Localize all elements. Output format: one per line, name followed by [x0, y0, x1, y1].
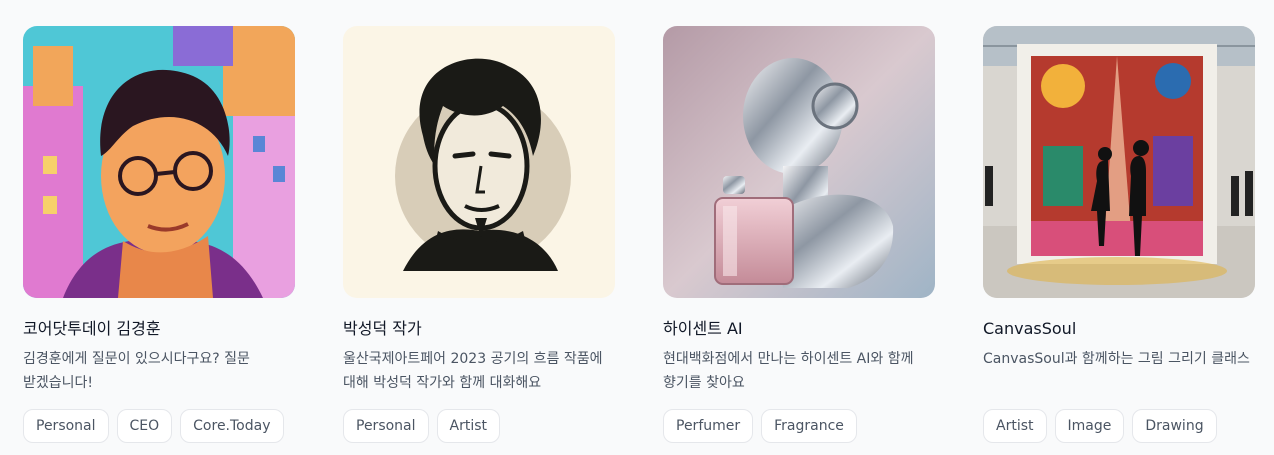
agent-title[interactable]: CanvasSoul	[983, 318, 1255, 340]
agent-card[interactable]: 박성덕 작가 울산국제아트페어 2023 공기의 흐름 작품에 대해 박성덕 작…	[343, 26, 615, 443]
agent-avatar-image[interactable]	[343, 26, 615, 298]
avatar-ink-portrait-icon	[343, 26, 615, 298]
tag-list: Personal CEO Core.Today	[23, 409, 295, 443]
agent-avatar-image[interactable]	[983, 26, 1255, 298]
tag-chip[interactable]: Image	[1054, 409, 1125, 443]
tag-chip[interactable]: Drawing	[1132, 409, 1217, 443]
agent-description: 현대백화점에서 만나는 하이센트 AI와 함께 향기를 찾아요	[663, 351, 914, 391]
gallery-painting-illustration-icon	[983, 26, 1255, 298]
tag-chip[interactable]: Artist	[983, 409, 1047, 443]
tag-chip[interactable]: Artist	[436, 409, 501, 443]
tag-chip[interactable]: Perfumer	[663, 409, 754, 443]
agent-card[interactable]: 코어닷투데이 김경훈 김경훈에게 질문이 있으시다구요? 질문 받겠습니다! P…	[23, 26, 295, 443]
agent-card-grid: 코어닷투데이 김경훈 김경훈에게 질문이 있으시다구요? 질문 받겠습니다! P…	[0, 0, 1274, 455]
agent-avatar-image[interactable]	[23, 26, 295, 298]
tag-chip[interactable]: Personal	[23, 409, 109, 443]
agent-description: 김경훈에게 질문이 있으시다구요? 질문 받겠습니다!	[23, 351, 250, 391]
tag-list: Perfumer Fragrance	[663, 409, 935, 443]
tag-list: Personal Artist	[343, 409, 615, 443]
tag-chip[interactable]: Fragrance	[761, 409, 857, 443]
agent-description: CanvasSoul과 함께하는 그림 그리기 클래스	[983, 351, 1250, 367]
tag-list: Artist Image Drawing	[983, 409, 1255, 443]
tag-chip[interactable]: Core.Today	[180, 409, 284, 443]
agent-title[interactable]: 하이센트 AI	[663, 318, 935, 340]
agent-avatar-image[interactable]	[663, 26, 935, 298]
tag-chip[interactable]: CEO	[116, 409, 173, 443]
tag-chip[interactable]: Personal	[343, 409, 429, 443]
avatar-portrait-illustration-icon	[23, 26, 295, 298]
agent-title[interactable]: 코어닷투데이 김경훈	[23, 318, 295, 340]
agent-card[interactable]: CanvasSoul CanvasSoul과 함께하는 그림 그리기 클래스 A…	[983, 26, 1255, 443]
robot-perfume-illustration-icon	[663, 26, 935, 298]
agent-card[interactable]: 하이센트 AI 현대백화점에서 만나는 하이센트 AI와 함께 향기를 찾아요 …	[663, 26, 935, 443]
agent-description: 울산국제아트페어 2023 공기의 흐름 작품에 대해 박성덕 작가와 함께 대…	[343, 351, 603, 391]
agent-title[interactable]: 박성덕 작가	[343, 318, 615, 340]
